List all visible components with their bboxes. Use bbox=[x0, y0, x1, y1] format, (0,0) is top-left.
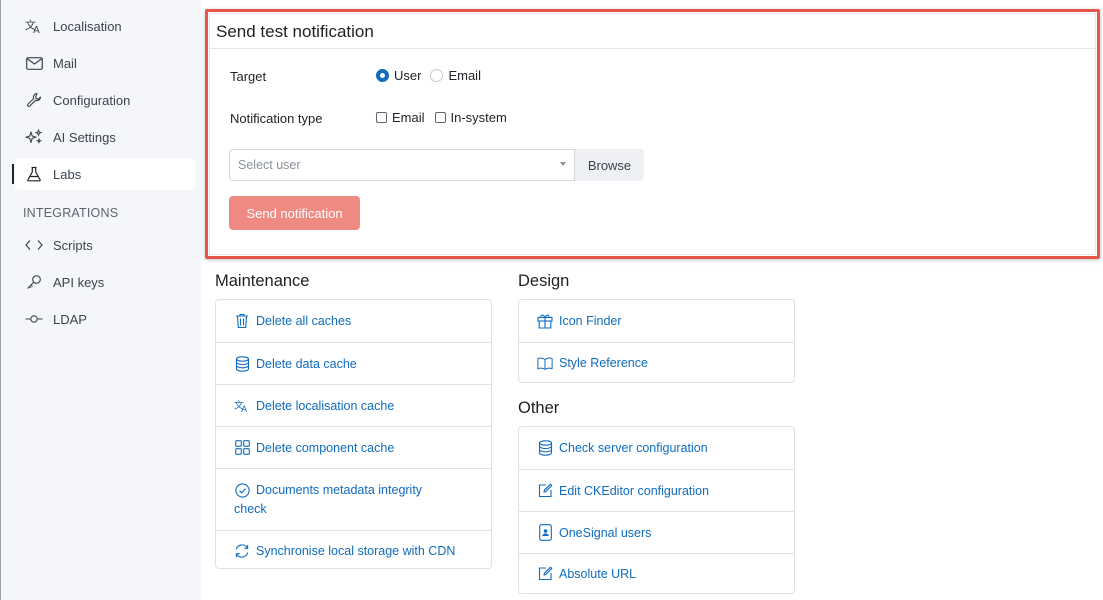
grid-icon bbox=[234, 440, 250, 456]
type-in-system-checkbox[interactable] bbox=[434, 112, 446, 123]
card-title: Send test notification bbox=[210, 14, 1095, 49]
design-title: Design bbox=[518, 272, 570, 290]
type-email-checkbox[interactable] bbox=[376, 112, 387, 123]
target-label: Target bbox=[230, 69, 267, 84]
list-item-label: Delete data cache bbox=[256, 356, 357, 371]
sidebar-item-label: AI Settings bbox=[53, 129, 116, 145]
ldap-icon bbox=[25, 310, 43, 328]
mail-icon bbox=[25, 54, 43, 72]
send-notification-button[interactable]: Send notification bbox=[229, 196, 360, 230]
wrench-icon bbox=[25, 91, 43, 109]
sidebar-item-label: LDAP bbox=[53, 311, 87, 327]
delete-all-caches-link[interactable]: Delete all caches bbox=[216, 300, 491, 342]
svg-text:A: A bbox=[33, 25, 40, 34]
gift-icon bbox=[537, 313, 553, 329]
target-email-label[interactable]: Email bbox=[448, 68, 481, 83]
notification-type-label: Notification type bbox=[230, 111, 323, 126]
code-icon bbox=[25, 236, 43, 254]
check-circle-icon bbox=[234, 483, 250, 499]
sidebar-item-label: Localisation bbox=[53, 18, 122, 34]
sidebar-item-label: Labs bbox=[53, 166, 82, 182]
edit-icon bbox=[537, 566, 553, 582]
target-user-radio[interactable] bbox=[376, 69, 389, 82]
style-reference-link[interactable]: Style Reference bbox=[519, 342, 794, 383]
browse-button[interactable]: Browse bbox=[575, 149, 644, 181]
other-title: Other bbox=[518, 399, 560, 417]
sidebar-item-ldap[interactable]: LDAP bbox=[15, 303, 195, 335]
list-item-label: Delete all caches bbox=[256, 314, 352, 328]
sidebar-item-configuration[interactable]: Configuration bbox=[15, 84, 195, 116]
list-item-label: Synchronise local storage with CDN bbox=[256, 543, 456, 558]
check-server-configuration-link[interactable]: Check server configuration bbox=[519, 427, 794, 469]
sidebar-item-mail[interactable]: Mail bbox=[15, 47, 195, 79]
sidebar-item-ai-settings[interactable]: AI Settings bbox=[15, 121, 195, 153]
translate-icon: 文A bbox=[25, 17, 43, 35]
list-item-label: Icon Finder bbox=[559, 314, 622, 328]
list-item-label: Check server configuration bbox=[559, 441, 708, 455]
edit-ckeditor-configuration-link[interactable]: Edit CKEditor configuration bbox=[519, 469, 794, 511]
sidebar-item-label: API keys bbox=[53, 274, 105, 290]
synchronise-local-storage-link[interactable]: Synchronise local storage with CDN bbox=[216, 530, 491, 570]
key-icon bbox=[25, 273, 43, 291]
target-user-label[interactable]: User bbox=[394, 68, 421, 83]
sidebar-item-label: Configuration bbox=[53, 92, 131, 108]
delete-localisation-cache-link[interactable]: 文A Delete localisation cache bbox=[216, 384, 491, 426]
list-item-label: Delete localisation cache bbox=[256, 398, 395, 413]
list-item-label-continued: check bbox=[234, 502, 267, 516]
phone-user-icon bbox=[537, 524, 553, 541]
other-list: Check server configuration Edit CKEditor… bbox=[518, 426, 795, 594]
list-item-label: Edit CKEditor configuration bbox=[559, 483, 710, 498]
type-email-label[interactable]: Email bbox=[392, 110, 425, 125]
notification-type-group: Email In-system bbox=[376, 110, 507, 125]
maintenance-list: Delete all caches Delete data cache 文A D… bbox=[215, 299, 492, 569]
target-email-radio[interactable] bbox=[430, 69, 444, 82]
sidebar-item-api-keys[interactable]: API keys bbox=[15, 266, 195, 298]
delete-data-cache-link[interactable]: Delete data cache bbox=[216, 342, 491, 384]
sync-icon bbox=[234, 543, 250, 559]
sidebar-heading-integrations: INTEGRATIONS bbox=[23, 206, 119, 220]
database-icon bbox=[234, 355, 250, 372]
sidebar-item-labs[interactable]: Labs bbox=[12, 158, 195, 190]
onesignal-users-link[interactable]: OneSignal users bbox=[519, 511, 794, 553]
sidebar-item-localisation[interactable]: 文A Localisation bbox=[15, 10, 195, 42]
edit-icon bbox=[537, 483, 553, 499]
sparkles-icon bbox=[25, 128, 43, 146]
chevron-down-icon bbox=[560, 162, 566, 166]
trash-icon bbox=[234, 313, 250, 329]
sidebar-item-label: Mail bbox=[53, 55, 77, 71]
list-item-label: Absolute URL bbox=[559, 566, 637, 581]
list-item-label: OneSignal users bbox=[559, 525, 652, 540]
delete-component-cache-link[interactable]: Delete component cache bbox=[216, 426, 491, 468]
sidebar: 文A Localisation Mail Configuration AI Se… bbox=[0, 0, 201, 600]
svg-text:A: A bbox=[241, 405, 247, 414]
send-test-notification-card: Send test notification Target User Email… bbox=[209, 13, 1096, 255]
icon-finder-link[interactable]: Icon Finder bbox=[519, 300, 794, 342]
type-in-system-label[interactable]: In-system bbox=[451, 110, 507, 125]
database-icon bbox=[537, 440, 553, 456]
select-user-dropdown[interactable]: Select user bbox=[229, 149, 575, 181]
design-list: Icon Finder Style Reference bbox=[518, 299, 795, 383]
sidebar-item-label: Scripts bbox=[53, 237, 93, 253]
sidebar-item-scripts[interactable]: Scripts bbox=[15, 229, 195, 261]
translate-icon: 文A bbox=[234, 398, 250, 414]
select-user-placeholder: Select user bbox=[238, 158, 301, 172]
documents-metadata-integrity-check-link[interactable]: Documents metadata integrity check bbox=[216, 468, 491, 530]
list-item-label: Style Reference bbox=[559, 356, 648, 370]
target-radio-group: User Email bbox=[376, 68, 481, 83]
maintenance-title: Maintenance bbox=[215, 272, 310, 290]
list-item-text: Documents metadata integrity check bbox=[234, 481, 422, 519]
list-item-label: Documents metadata integrity bbox=[256, 483, 423, 497]
book-icon bbox=[537, 355, 553, 371]
flask-icon bbox=[25, 165, 43, 183]
list-item-label: Delete component cache bbox=[256, 440, 395, 455]
absolute-url-link[interactable]: Absolute URL bbox=[519, 553, 794, 593]
